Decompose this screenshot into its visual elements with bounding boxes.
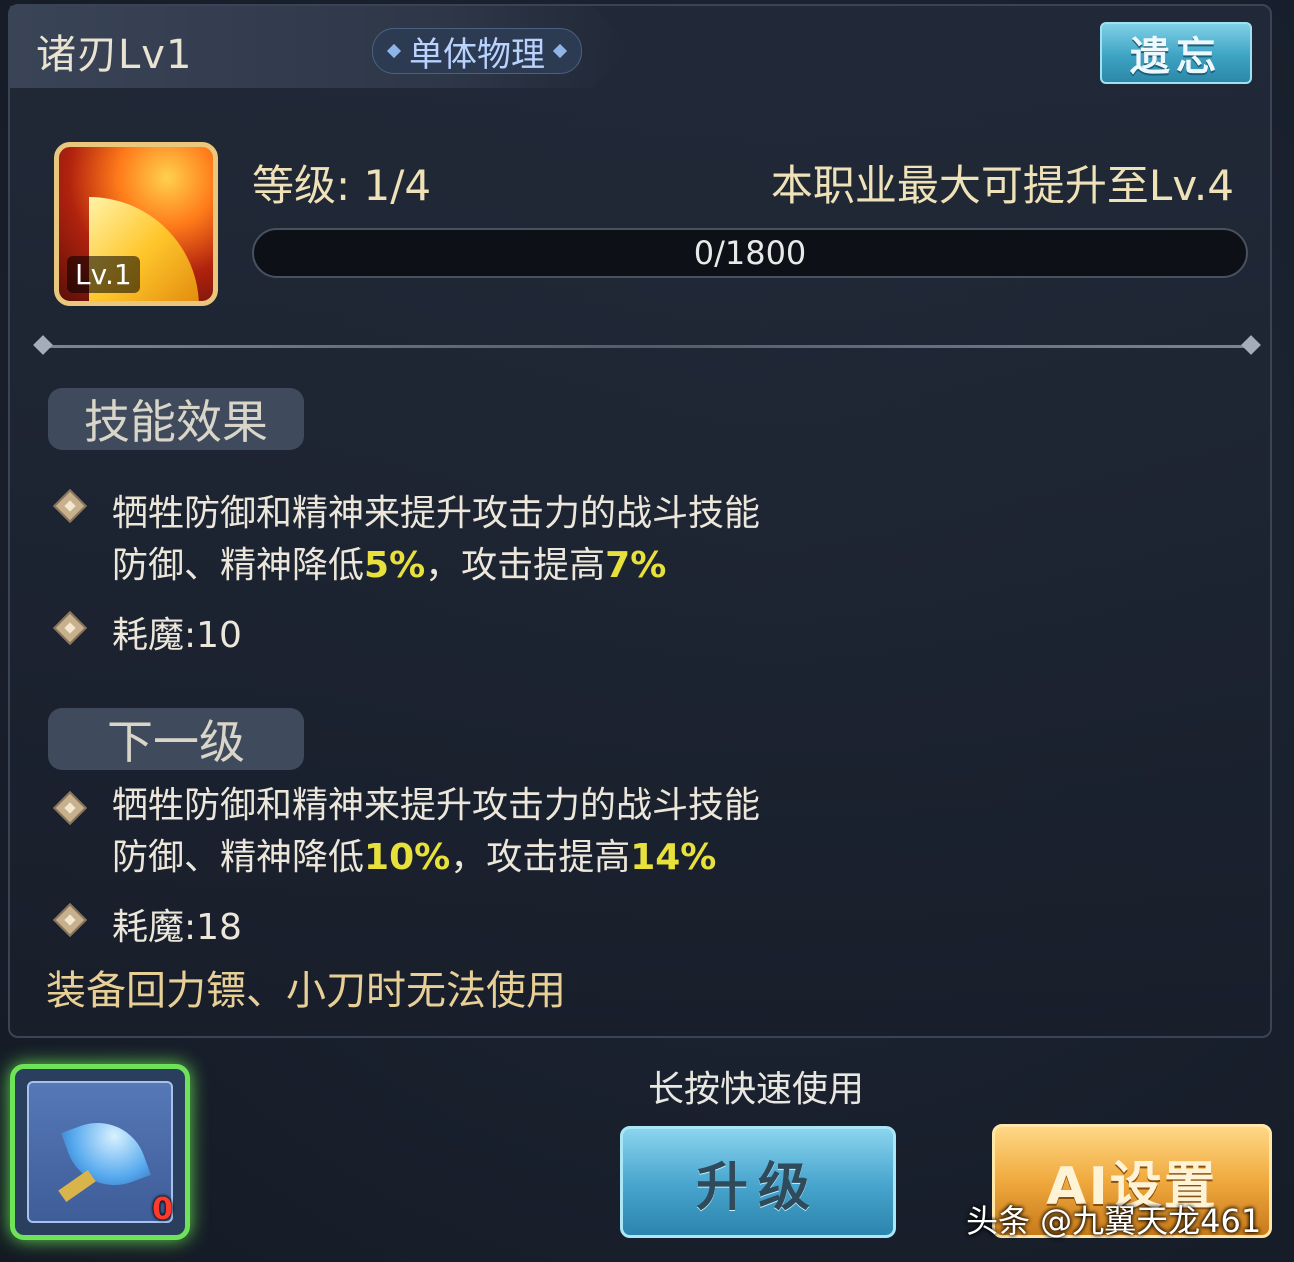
upgrade-button[interactable]: 升级 [620, 1126, 896, 1238]
effect-defense-reduction: 5% [364, 545, 426, 586]
feather-handle [58, 1169, 96, 1203]
bullet-diamond-icon [52, 488, 88, 524]
skill-type-label: 单体物理 [409, 34, 545, 75]
divider [33, 335, 1261, 355]
skill-exp-progress-bar: 0/1800 [252, 228, 1248, 278]
progress-text: 0/1800 [693, 234, 807, 272]
equipment-restriction-text: 装备回力镖、小刀时无法使用 [46, 968, 566, 1014]
diamond-icon [386, 43, 402, 59]
next-attack-increase: 14% [630, 837, 717, 878]
next-defense-reduction: 10% [364, 837, 451, 878]
flame-blade-icon: Lv.1 [54, 142, 218, 306]
next-mp-cost: 耗魔:18 [112, 907, 242, 948]
section-skill-effect: 技能效果 [48, 388, 304, 450]
long-press-hint: 长按快速使用 [648, 1069, 865, 1110]
diamond-icon [552, 43, 568, 59]
forget-button[interactable]: 遗忘 [1100, 22, 1252, 84]
effect-desc-line2: 防御、精神降低5%，攻击提高7% [112, 536, 666, 588]
skill-type-badge: 单体物理 [372, 28, 582, 75]
item-count: 0 [152, 1192, 173, 1227]
next-desc-prefix: 防御、精神降低 [112, 837, 365, 878]
next-desc-mid: ，攻击提高 [450, 837, 631, 878]
skill-level-text: 等级: 1/4 [252, 161, 432, 210]
next-desc-line1: 牺牲防御和精神来提升攻击力的战斗技能 [112, 785, 761, 826]
bullet-diamond-icon [52, 902, 88, 938]
quick-use-item-slot[interactable]: 0 [10, 1064, 190, 1240]
effect-mp-cost: 耗魔:10 [112, 615, 242, 656]
effect-desc-prefix: 防御、精神降低 [112, 545, 365, 586]
effect-desc-mid: ，攻击提高 [425, 545, 606, 586]
skill-title: 诸刃Lv1 [36, 32, 193, 78]
effect-attack-increase: 7% [605, 545, 667, 586]
effect-desc-line1: 牺牲防御和精神来提升攻击力的战斗技能 [112, 493, 761, 534]
max-level-text: 本职业最大可提升至Lv.4 [770, 161, 1234, 210]
skill-icon-level: Lv.1 [67, 256, 140, 293]
bullet-diamond-icon [52, 790, 88, 826]
bullet-diamond-icon [52, 610, 88, 646]
next-desc-line2: 防御、精神降低10%，攻击提高14% [112, 828, 716, 880]
section-next-level: 下一级 [48, 708, 304, 770]
watermark: 头条 @九翼天龙461 [966, 1202, 1262, 1240]
